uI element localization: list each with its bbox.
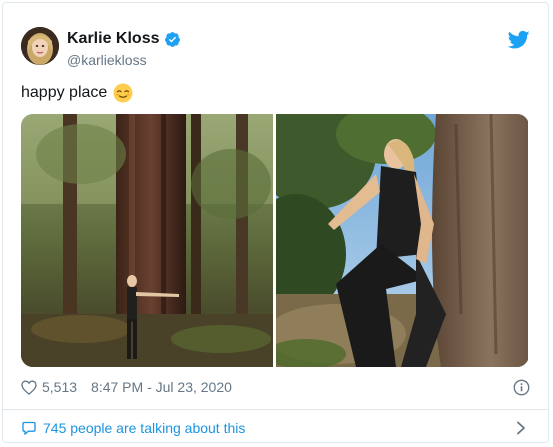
tweet-media — [21, 114, 529, 367]
tweet-body: happy place — [21, 84, 108, 101]
verified-badge-icon — [164, 31, 181, 48]
author-handle[interactable]: @karliekloss — [67, 52, 147, 68]
divider — [3, 409, 548, 410]
tweet-timestamp[interactable]: 8:47 PM - Jul 23, 2020 — [91, 379, 232, 395]
author-name-row: Karlie Kloss — [67, 30, 181, 48]
conversation-label: 745 people are talking about this — [43, 420, 246, 436]
twitter-bird-icon[interactable] — [507, 30, 530, 50]
photo-sitting-by-tree[interactable] — [276, 114, 528, 367]
chevron-right-icon[interactable] — [516, 421, 526, 435]
speech-bubble-icon — [21, 421, 37, 436]
conversation-link[interactable]: 745 people are talking about this — [21, 420, 245, 436]
author-name[interactable]: Karlie Kloss — [67, 30, 159, 48]
info-icon[interactable] — [513, 379, 530, 396]
author-avatar[interactable] — [21, 27, 59, 65]
heart-icon[interactable] — [21, 379, 37, 395]
photo-forest-hug[interactable] — [21, 114, 273, 367]
relieved-face-emoji-icon — [113, 83, 133, 103]
tweet-meta: 5,513 8:47 PM - Jul 23, 2020 — [21, 379, 232, 395]
like-count[interactable]: 5,513 — [42, 379, 77, 395]
tweet-card: Karlie Kloss @karliekloss happy place 5,… — [2, 2, 549, 443]
tweet-text: happy place — [21, 83, 133, 103]
